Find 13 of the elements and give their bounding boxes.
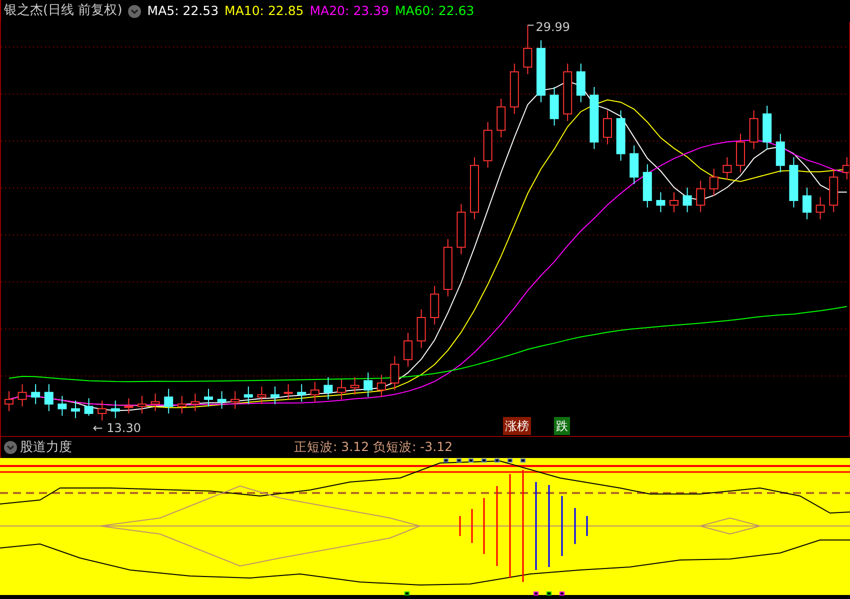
indicator-readings: 正短波: 3.12 负短波: -3.12	[294, 438, 453, 456]
moving-average-value: MA20: 23.39	[310, 2, 389, 20]
indicator-title: 股道力度	[20, 438, 72, 457]
collapse-icon[interactable]	[4, 441, 17, 454]
signal-tag: 涨榜	[503, 417, 531, 435]
signal-tag: 跌	[554, 417, 570, 435]
moving-average-value: MA5: 22.53	[147, 2, 219, 20]
moving-average-value: MA10: 22.85	[224, 2, 304, 20]
moving-average-value: MA60: 22.63	[394, 2, 474, 20]
low-price-label: ← 13.30	[92, 420, 142, 435]
stock-title: 银之杰(日线 前复权)	[4, 2, 122, 20]
high-price-label: 29.99	[536, 22, 570, 34]
collapse-icon[interactable]	[128, 4, 142, 18]
